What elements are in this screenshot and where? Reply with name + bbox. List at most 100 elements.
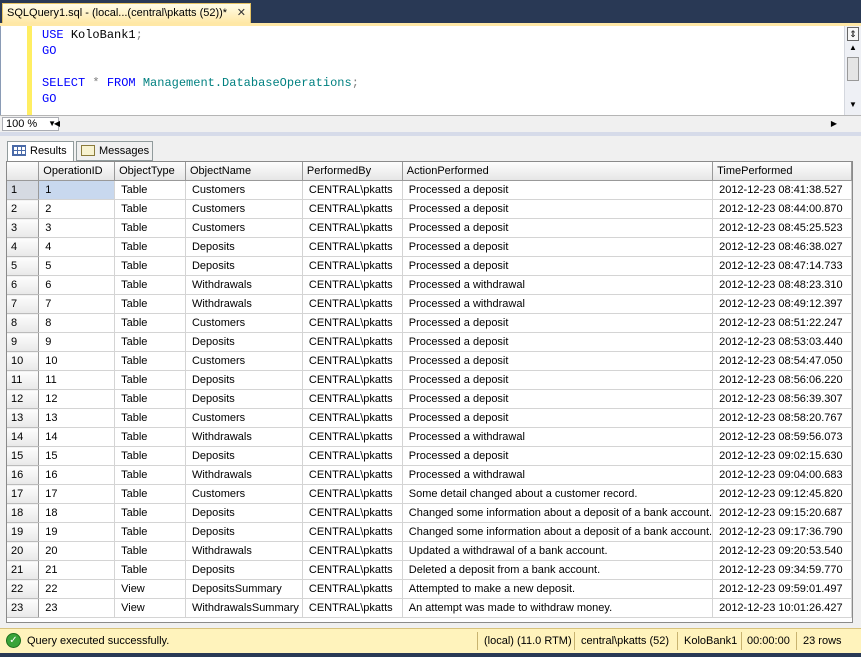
scroll-up-icon[interactable]: ▲ bbox=[847, 43, 859, 55]
cell-performedby[interactable]: CENTRAL\pkatts bbox=[302, 219, 402, 238]
cell-operationid[interactable]: 18 bbox=[39, 504, 115, 523]
cell-objecttype[interactable]: Table bbox=[115, 542, 186, 561]
cell-objecttype[interactable]: Table bbox=[115, 314, 186, 333]
cell-operationid[interactable]: 13 bbox=[39, 409, 115, 428]
cell-objectname[interactable]: Withdrawals bbox=[185, 295, 302, 314]
cell-operationid[interactable]: 1 bbox=[39, 181, 115, 200]
cell-objecttype[interactable]: Table bbox=[115, 295, 186, 314]
cell-performedby[interactable]: CENTRAL\pkatts bbox=[302, 523, 402, 542]
table-row[interactable]: 1616TableWithdrawalsCENTRAL\pkattsProces… bbox=[7, 466, 852, 485]
table-row[interactable]: 88TableCustomersCENTRAL\pkattsProcessed … bbox=[7, 314, 852, 333]
table-row[interactable]: 11TableCustomersCENTRAL\pkattsProcessed … bbox=[7, 181, 852, 200]
cell-timeperformed[interactable]: 2012-12-23 09:02:15.630 bbox=[713, 447, 852, 466]
cell-performedby[interactable]: CENTRAL\pkatts bbox=[302, 542, 402, 561]
cell-performedby[interactable]: CENTRAL\pkatts bbox=[302, 181, 402, 200]
cell-performedby[interactable]: CENTRAL\pkatts bbox=[302, 447, 402, 466]
cell-objecttype[interactable]: Table bbox=[115, 561, 186, 580]
table-row[interactable]: 55TableDepositsCENTRAL\pkattsProcessed a… bbox=[7, 257, 852, 276]
row-number[interactable]: 20 bbox=[7, 542, 39, 561]
cell-operationid[interactable]: 9 bbox=[39, 333, 115, 352]
cell-performedby[interactable]: CENTRAL\pkatts bbox=[302, 428, 402, 447]
table-row[interactable]: 1313TableCustomersCENTRAL\pkattsProcesse… bbox=[7, 409, 852, 428]
row-number[interactable]: 16 bbox=[7, 466, 39, 485]
cell-actionperformed[interactable]: Processed a deposit bbox=[402, 371, 712, 390]
cell-actionperformed[interactable]: Processed a deposit bbox=[402, 409, 712, 428]
cell-objectname[interactable]: WithdrawalsSummary bbox=[185, 599, 302, 618]
cell-objectname[interactable]: Customers bbox=[185, 409, 302, 428]
cell-actionperformed[interactable]: Deleted a deposit from a bank account. bbox=[402, 561, 712, 580]
cell-performedby[interactable]: CENTRAL\pkatts bbox=[302, 466, 402, 485]
table-row[interactable]: 1010TableCustomersCENTRAL\pkattsProcesse… bbox=[7, 352, 852, 371]
cell-objecttype[interactable]: Table bbox=[115, 447, 186, 466]
row-number[interactable]: 10 bbox=[7, 352, 39, 371]
cell-objectname[interactable]: Deposits bbox=[185, 333, 302, 352]
cell-operationid[interactable]: 8 bbox=[39, 314, 115, 333]
row-number[interactable]: 7 bbox=[7, 295, 39, 314]
grid-corner[interactable] bbox=[7, 162, 39, 181]
tab-sqlquery1[interactable]: SQLQuery1.sql - (local...(central\pkatts… bbox=[2, 3, 251, 23]
row-number[interactable]: 3 bbox=[7, 219, 39, 238]
cell-operationid[interactable]: 22 bbox=[39, 580, 115, 599]
row-number[interactable]: 1 bbox=[7, 181, 39, 200]
cell-objecttype[interactable]: Table bbox=[115, 219, 186, 238]
cell-operationid[interactable]: 12 bbox=[39, 390, 115, 409]
cell-actionperformed[interactable]: An attempt was made to withdraw money. bbox=[402, 599, 712, 618]
cell-operationid[interactable]: 10 bbox=[39, 352, 115, 371]
cell-objectname[interactable]: DepositsSummary bbox=[185, 580, 302, 599]
cell-objectname[interactable]: Deposits bbox=[185, 561, 302, 580]
cell-operationid[interactable]: 21 bbox=[39, 561, 115, 580]
cell-performedby[interactable]: CENTRAL\pkatts bbox=[302, 504, 402, 523]
cell-actionperformed[interactable]: Processed a deposit bbox=[402, 352, 712, 371]
cell-actionperformed[interactable]: Processed a deposit bbox=[402, 447, 712, 466]
cell-objectname[interactable]: Withdrawals bbox=[185, 428, 302, 447]
cell-timeperformed[interactable]: 2012-12-23 08:59:56.073 bbox=[713, 428, 852, 447]
row-number[interactable]: 9 bbox=[7, 333, 39, 352]
cell-objectname[interactable]: Customers bbox=[185, 485, 302, 504]
column-header-timeperformed[interactable]: TimePerformed bbox=[713, 162, 852, 181]
row-number[interactable]: 23 bbox=[7, 599, 39, 618]
table-row[interactable]: 1818TableDepositsCENTRAL\pkattsChanged s… bbox=[7, 504, 852, 523]
column-header-objecttype[interactable]: ObjectType bbox=[115, 162, 186, 181]
cell-objecttype[interactable]: Table bbox=[115, 523, 186, 542]
close-icon[interactable]: ✕ bbox=[237, 6, 246, 19]
cell-operationid[interactable]: 14 bbox=[39, 428, 115, 447]
table-row[interactable]: 2222ViewDepositsSummaryCENTRAL\pkattsAtt… bbox=[7, 580, 852, 599]
row-number[interactable]: 22 bbox=[7, 580, 39, 599]
table-row[interactable]: 66TableWithdrawalsCENTRAL\pkattsProcesse… bbox=[7, 276, 852, 295]
cell-objecttype[interactable]: Table bbox=[115, 257, 186, 276]
cell-performedby[interactable]: CENTRAL\pkatts bbox=[302, 371, 402, 390]
cell-objecttype[interactable]: Table bbox=[115, 466, 186, 485]
cell-objectname[interactable]: Deposits bbox=[185, 257, 302, 276]
row-number[interactable]: 15 bbox=[7, 447, 39, 466]
cell-performedby[interactable]: CENTRAL\pkatts bbox=[302, 276, 402, 295]
cell-timeperformed[interactable]: 2012-12-23 08:53:03.440 bbox=[713, 333, 852, 352]
cell-performedby[interactable]: CENTRAL\pkatts bbox=[302, 295, 402, 314]
table-row[interactable]: 1212TableDepositsCENTRAL\pkattsProcessed… bbox=[7, 390, 852, 409]
table-row[interactable]: 1919TableDepositsCENTRAL\pkattsChanged s… bbox=[7, 523, 852, 542]
cell-operationid[interactable]: 11 bbox=[39, 371, 115, 390]
column-header-operationid[interactable]: OperationID bbox=[39, 162, 115, 181]
cell-timeperformed[interactable]: 2012-12-23 09:34:59.770 bbox=[713, 561, 852, 580]
table-row[interactable]: 1111TableDepositsCENTRAL\pkattsProcessed… bbox=[7, 371, 852, 390]
cell-operationid[interactable]: 4 bbox=[39, 238, 115, 257]
row-number[interactable]: 19 bbox=[7, 523, 39, 542]
cell-objectname[interactable]: Withdrawals bbox=[185, 542, 302, 561]
cell-objecttype[interactable]: Table bbox=[115, 276, 186, 295]
cell-actionperformed[interactable]: Updated a withdrawal of a bank account. bbox=[402, 542, 712, 561]
cell-objectname[interactable]: Deposits bbox=[185, 523, 302, 542]
cell-actionperformed[interactable]: Processed a withdrawal bbox=[402, 295, 712, 314]
query-text[interactable]: USE KoloBank1; GO SELECT * FROM Manageme… bbox=[42, 27, 359, 107]
cell-actionperformed[interactable]: Processed a deposit bbox=[402, 238, 712, 257]
cell-objectname[interactable]: Customers bbox=[185, 181, 302, 200]
cell-objectname[interactable]: Withdrawals bbox=[185, 276, 302, 295]
cell-actionperformed[interactable]: Processed a withdrawal bbox=[402, 276, 712, 295]
row-number[interactable]: 6 bbox=[7, 276, 39, 295]
cell-performedby[interactable]: CENTRAL\pkatts bbox=[302, 238, 402, 257]
cell-objecttype[interactable]: Table bbox=[115, 238, 186, 257]
cell-timeperformed[interactable]: 2012-12-23 09:15:20.687 bbox=[713, 504, 852, 523]
row-number[interactable]: 18 bbox=[7, 504, 39, 523]
cell-objecttype[interactable]: Table bbox=[115, 504, 186, 523]
cell-operationid[interactable]: 6 bbox=[39, 276, 115, 295]
table-row[interactable]: 22TableCustomersCENTRAL\pkattsProcessed … bbox=[7, 200, 852, 219]
cell-objectname[interactable]: Withdrawals bbox=[185, 466, 302, 485]
